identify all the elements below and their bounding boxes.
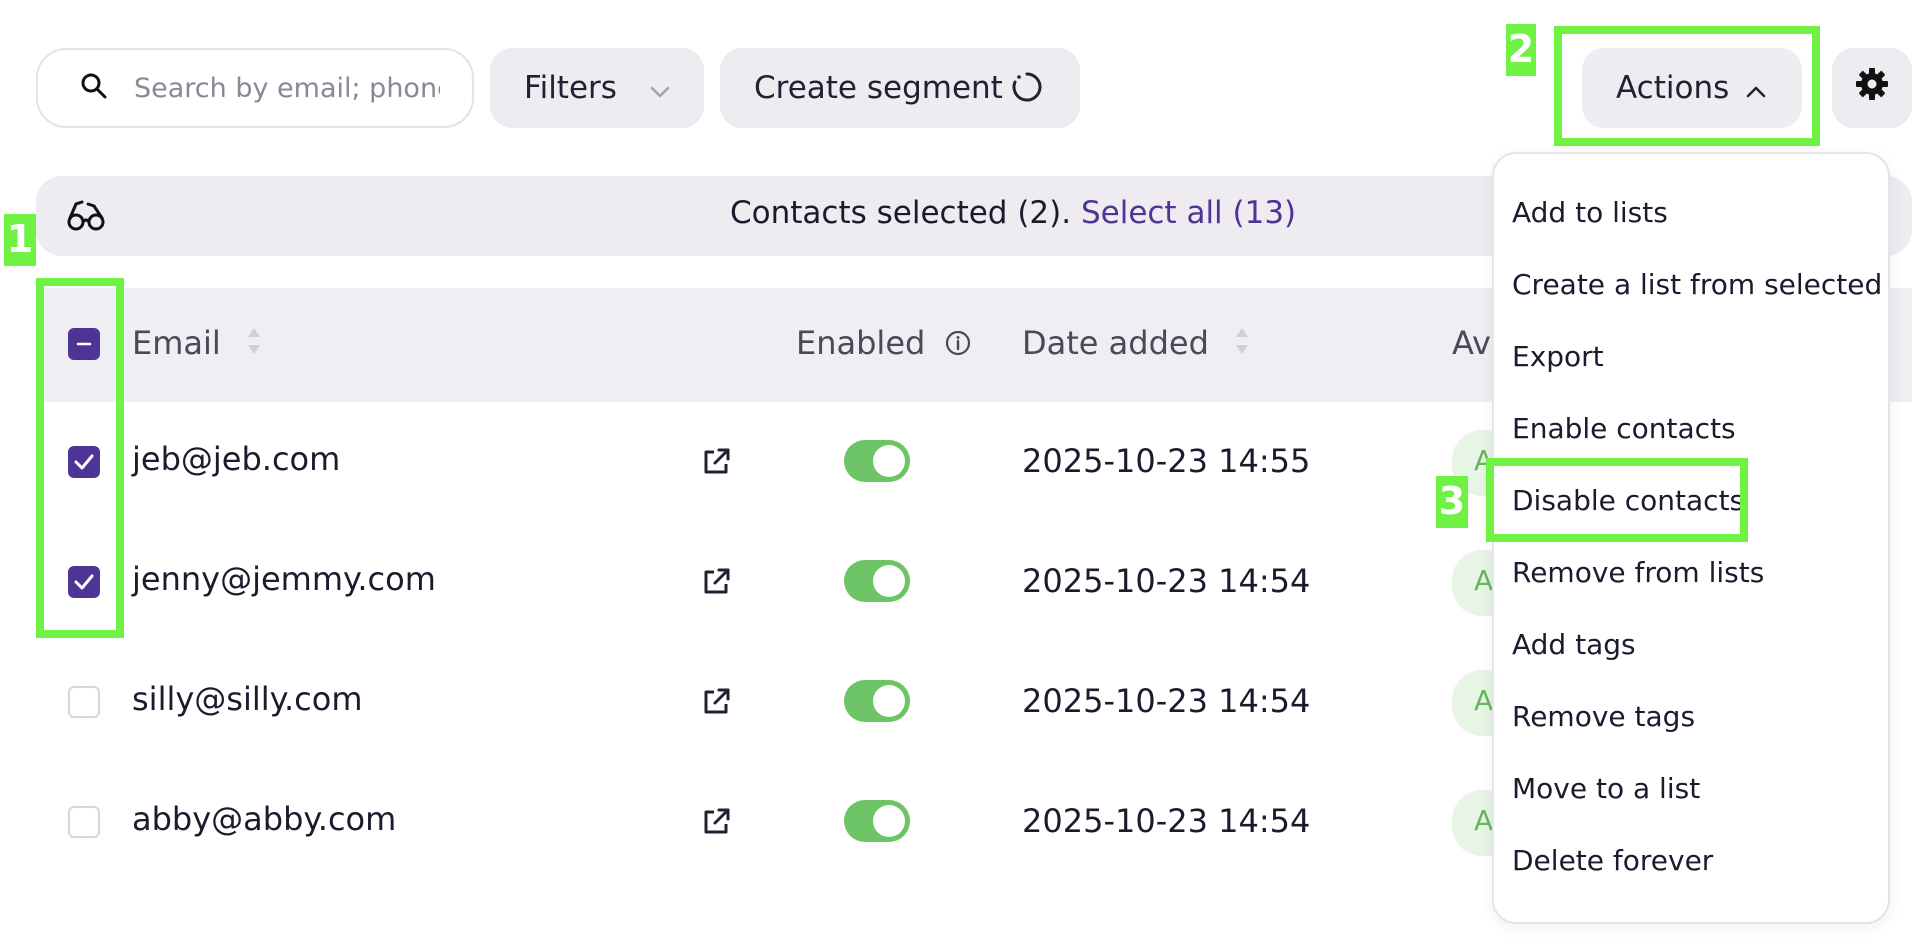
selection-count: Contacts selected (2).	[730, 195, 1072, 231]
filters-button[interactable]: Filters	[490, 48, 704, 128]
enabled-toggle[interactable]	[844, 680, 910, 722]
filters-label: Filters	[524, 70, 617, 106]
enabled-toggle[interactable]	[844, 440, 910, 482]
external-link-icon[interactable]	[700, 566, 732, 598]
date-added: 2025-10-23 14:55	[1022, 442, 1311, 480]
contact-email[interactable]: jeb@jeb.com	[132, 440, 340, 478]
refresh-icon	[1010, 70, 1044, 112]
column-availability: Av	[1452, 324, 1491, 362]
column-date-added-label: Date added	[1022, 324, 1209, 362]
info-icon[interactable]	[945, 326, 971, 364]
enabled-toggle[interactable]	[844, 560, 910, 602]
sort-icon	[247, 326, 261, 364]
date-added: 2025-10-23 14:54	[1022, 802, 1311, 840]
external-link-icon[interactable]	[700, 446, 732, 478]
row-checkbox[interactable]	[68, 686, 100, 718]
contact-email[interactable]: abby@abby.com	[132, 800, 396, 838]
chevron-down-icon	[648, 76, 672, 112]
menu-item-remove-tags[interactable]: Remove tags	[1512, 700, 1695, 733]
annotation-label-2: 2	[1506, 24, 1536, 76]
menu-item-add-to-lists[interactable]: Add to lists	[1512, 196, 1668, 229]
menu-item-enable-contacts[interactable]: Enable contacts	[1512, 412, 1736, 445]
external-link-icon[interactable]	[700, 686, 732, 718]
menu-item-create-list-from-selected[interactable]: Create a list from selected	[1512, 268, 1882, 301]
annotation-box-3	[1486, 458, 1748, 542]
contact-email[interactable]: silly@silly.com	[132, 680, 363, 718]
menu-item-add-tags[interactable]: Add tags	[1512, 628, 1636, 661]
contact-email[interactable]: jenny@jemmy.com	[132, 560, 436, 598]
create-segment-label: Create segment	[754, 70, 1003, 106]
selection-message: Contacts selected (2). Select all (13)	[730, 195, 1296, 231]
column-enabled: Enabled	[796, 324, 971, 364]
sort-icon	[1235, 326, 1249, 364]
column-date-added[interactable]: Date added	[1022, 324, 1249, 364]
search-input[interactable]	[132, 71, 442, 105]
column-email-label: Email	[132, 324, 221, 362]
settings-button[interactable]	[1832, 48, 1912, 128]
enabled-toggle[interactable]	[844, 800, 910, 842]
annotation-label-3: 3	[1436, 476, 1468, 528]
gear-icon	[1854, 66, 1890, 110]
annotation-box-2	[1554, 26, 1820, 146]
menu-item-remove-from-lists[interactable]: Remove from lists	[1512, 556, 1764, 589]
select-all-link[interactable]: Select all (13)	[1081, 195, 1296, 231]
column-enabled-label: Enabled	[796, 324, 926, 362]
column-email[interactable]: Email	[132, 324, 261, 364]
row-checkbox[interactable]	[68, 806, 100, 838]
date-added: 2025-10-23 14:54	[1022, 562, 1311, 600]
create-segment-button[interactable]: Create segment	[720, 48, 1080, 128]
search-icon	[80, 72, 108, 104]
date-added: 2025-10-23 14:54	[1022, 682, 1311, 720]
search-field[interactable]	[36, 48, 474, 128]
annotation-label-1: 1	[4, 214, 36, 266]
glasses-icon	[66, 198, 106, 238]
annotation-box-1	[36, 278, 124, 638]
menu-item-move-to-list[interactable]: Move to a list	[1512, 772, 1700, 805]
menu-item-delete-forever[interactable]: Delete forever	[1512, 844, 1713, 877]
menu-item-export[interactable]: Export	[1512, 340, 1604, 373]
external-link-icon[interactable]	[700, 806, 732, 838]
